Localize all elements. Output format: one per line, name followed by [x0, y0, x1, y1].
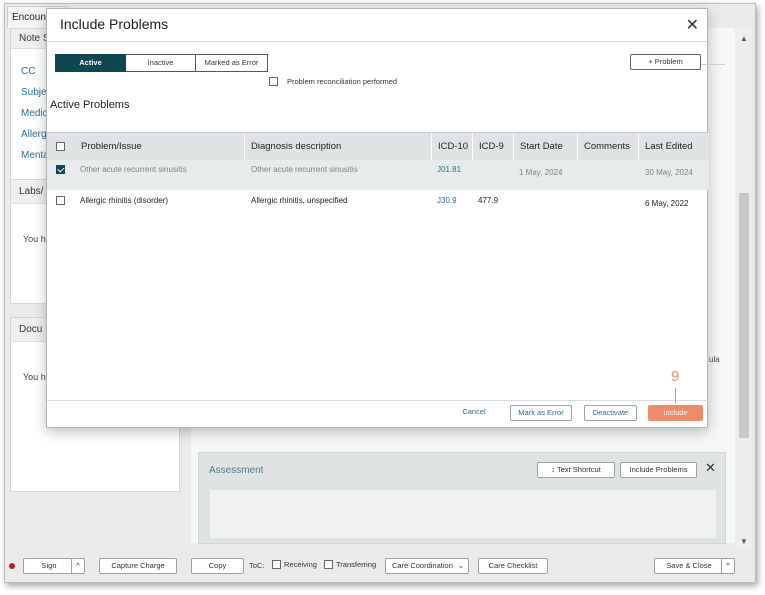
row-checkbox[interactable] [56, 196, 65, 205]
table-row[interactable]: Other acute recurrent sinusitis Other ac… [47, 160, 709, 190]
scroll-down-icon[interactable]: ▼ [740, 537, 748, 546]
main-scrollbar[interactable]: ▲ ▼ [737, 28, 751, 548]
truncated-text: ula [709, 355, 720, 364]
chevron-down-icon: ⌄ [457, 561, 464, 570]
col-start-date[interactable]: Start Date [514, 133, 578, 160]
bottom-toolbar: Sign ^ Capture Charge Copy ToC: Receivin… [5, 552, 755, 582]
modal-title: Include Problems [60, 16, 169, 32]
problem-status-tabs: Active Inactive Marked as Error [55, 54, 268, 72]
row-diagnosis: Other acute recurrent sinusitis [251, 165, 358, 174]
status-dot-icon [9, 563, 15, 569]
save-close-button[interactable]: Save & Close [654, 558, 724, 574]
care-coordination-label: Care Coordination [392, 561, 453, 570]
capture-charge-button[interactable]: Capture Charge [99, 558, 177, 574]
mark-as-error-button[interactable]: Mark as Error [510, 405, 572, 421]
col-diagnosis-description[interactable]: Diagnosis description [245, 133, 432, 160]
row-checkbox-checked[interactable] [56, 165, 65, 174]
table-row[interactable]: Allergic rhinitis (disorder) Allergic rh… [47, 190, 709, 220]
deactivate-button[interactable]: Deactivate [584, 405, 637, 421]
assessment-title: Assessment [209, 465, 264, 476]
sign-menu-chevron-icon[interactable]: ^ [71, 558, 85, 574]
divider-line [701, 64, 725, 65]
add-problem-button[interactable]: + Problem [630, 54, 701, 70]
care-checklist-button[interactable]: Care Checklist [478, 558, 548, 574]
scroll-up-icon[interactable]: ▲ [740, 34, 748, 43]
problems-table: Problem/Issue Diagnosis description ICD-… [47, 132, 709, 400]
step-callout-number: 9 [671, 368, 680, 385]
col-icd10[interactable]: ICD-10 [432, 133, 473, 160]
select-all-checkbox[interactable] [56, 142, 65, 151]
step-callout-line [675, 388, 676, 403]
copy-button[interactable]: Copy [191, 558, 244, 574]
table-header: Problem/Issue Diagnosis description ICD-… [47, 133, 709, 160]
receiving-checkbox[interactable] [272, 560, 281, 569]
row-diagnosis: Allergic rhinitis, unspecified [251, 196, 348, 205]
row-icd10: J30.9 [437, 196, 457, 205]
transferring-label: Transferring [336, 560, 377, 569]
sign-button[interactable]: Sign [23, 558, 75, 574]
row-problem: Other acute recurrent sinusitis [80, 165, 187, 174]
care-coordination-select[interactable]: Care Coordination ⌄ [385, 558, 469, 574]
active-problems-title: Active Problems [50, 99, 130, 111]
col-comments[interactable]: Comments [578, 133, 639, 160]
row-last-edited: 30 May, 2024 [645, 168, 693, 177]
table-bottom-divider [47, 400, 709, 401]
col-last-edited[interactable]: Last Edited [639, 133, 709, 160]
include-problems-button[interactable]: Include Problems [620, 462, 697, 478]
row-icd9: 477.9 [478, 196, 499, 205]
row-icd10: J01.81 [437, 165, 462, 174]
cancel-button[interactable]: Cancel [454, 405, 494, 421]
row-last-edited: 6 May, 2022 [645, 199, 689, 208]
toc-label: ToC: [249, 561, 265, 570]
assessment-section: Assessment ↕ Text Shortcut Include Probl… [198, 452, 726, 544]
receiving-label: Receiving [284, 560, 317, 569]
include-button[interactable]: Include [648, 405, 703, 421]
text-shortcut-button[interactable]: ↕ Text Shortcut [537, 462, 615, 478]
save-menu-chevron-icon[interactable]: ^ [721, 558, 735, 574]
col-icd9[interactable]: ICD-9 [473, 133, 514, 160]
reconciliation-checkbox[interactable] [269, 77, 278, 86]
text-shortcut-label: Text Shortcut [556, 465, 601, 474]
tab-inactive[interactable]: Inactive [126, 54, 196, 72]
tab-active[interactable]: Active [55, 54, 126, 72]
assessment-close-icon[interactable]: ✕ [705, 460, 716, 476]
close-icon[interactable]: ✕ [686, 15, 699, 35]
reconciliation-label: Problem reconciliation performed [287, 77, 398, 86]
col-problem-issue[interactable]: Problem/Issue [75, 133, 245, 160]
modal-divider [47, 41, 707, 42]
scroll-thumb[interactable] [739, 193, 749, 438]
include-problems-modal: Include Problems ✕ Active Inactive Marke… [46, 8, 725, 428]
tab-marked-as-error[interactable]: Marked as Error [196, 54, 268, 72]
transferring-checkbox[interactable] [324, 560, 333, 569]
row-problem: Allergic rhinitis (disorder) [80, 196, 169, 205]
assessment-text-area[interactable] [209, 489, 717, 539]
row-start-date: 1 May, 2024 [519, 168, 563, 177]
